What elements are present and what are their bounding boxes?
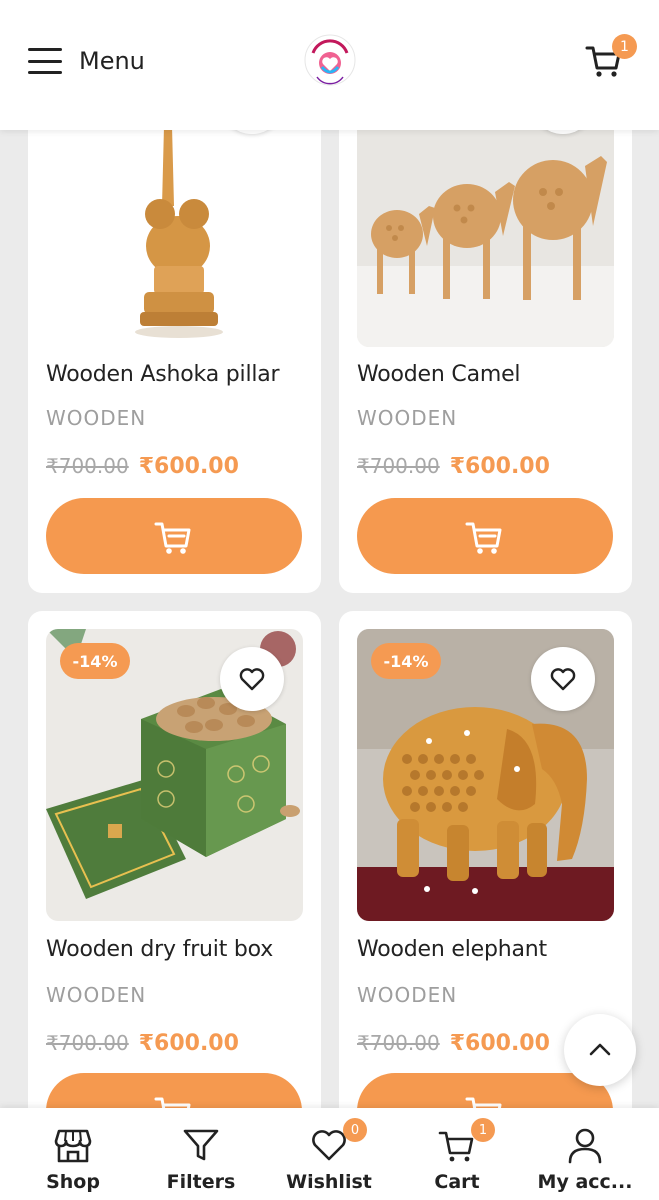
nav-item-my-account[interactable]: My acc... xyxy=(519,1108,651,1200)
menu-button[interactable]: Menu xyxy=(28,44,145,78)
product-category[interactable]: WOODEN xyxy=(46,406,146,430)
product-category[interactable]: WOODEN xyxy=(357,406,457,430)
nav-item-shop[interactable]: Shop xyxy=(7,1108,139,1200)
sale-price: ₹600.00 xyxy=(138,1031,239,1056)
cart-count-badge: 1 xyxy=(471,1118,495,1142)
heart-icon xyxy=(239,668,265,691)
add-to-cart-icon xyxy=(154,522,191,554)
price-row: ₹700.00 ₹600.00 xyxy=(357,454,550,479)
price-row: ₹700.00 ₹600.00 xyxy=(46,454,239,479)
add-to-cart-icon xyxy=(465,522,502,554)
product-category[interactable]: WOODEN xyxy=(46,983,146,1007)
wishlist-count-badge: 0 xyxy=(343,1118,367,1142)
sale-price: ₹600.00 xyxy=(449,454,550,479)
nav-label-filters: Filters xyxy=(166,1171,236,1193)
old-price: ₹700.00 xyxy=(357,454,440,478)
nav-item-cart[interactable]: 1 Cart xyxy=(391,1108,523,1200)
user-icon xyxy=(568,1128,602,1164)
old-price: ₹700.00 xyxy=(357,1031,440,1055)
product-card[interactable]: -14% Wooden dry fruit box WOODEN ₹700.00… xyxy=(28,611,321,1131)
scroll-to-top-button[interactable] xyxy=(564,1014,636,1086)
product-title[interactable]: Wooden Camel xyxy=(357,362,521,387)
discount-badge: -14% xyxy=(60,643,130,679)
menu-label: Menu xyxy=(79,47,145,75)
product-card[interactable]: Wooden Camel WOODEN ₹700.00 ₹600.00 xyxy=(339,96,632,593)
product-title[interactable]: Wooden elephant xyxy=(357,937,547,962)
bottom-navigation: Shop Filters 0 Wishlist 1 Cart My acc... xyxy=(0,1108,659,1200)
old-price: ₹700.00 xyxy=(46,1031,129,1055)
page: Menu 1 Wooden Ashoka pillar WOODEN ₹700.… xyxy=(0,0,659,1200)
brand-logo[interactable] xyxy=(303,33,357,87)
product-title[interactable]: Wooden Ashoka pillar xyxy=(46,362,280,387)
chevron-up-icon xyxy=(589,1043,611,1056)
header-cart-button[interactable]: 1 xyxy=(584,34,637,80)
wishlist-button[interactable] xyxy=(220,647,284,711)
product-image[interactable] xyxy=(46,96,303,346)
old-price: ₹700.00 xyxy=(46,454,129,478)
nav-item-wishlist[interactable]: 0 Wishlist xyxy=(263,1108,395,1200)
shop-icon xyxy=(54,1129,92,1163)
product-image[interactable]: -14% xyxy=(357,629,614,921)
nav-label-my-account: My acc... xyxy=(537,1171,633,1193)
product-image[interactable]: -14% xyxy=(46,629,303,921)
nav-label-wishlist: Wishlist xyxy=(286,1171,372,1193)
sale-price: ₹600.00 xyxy=(449,1031,550,1056)
hamburger-icon xyxy=(28,48,62,74)
product-category[interactable]: WOODEN xyxy=(357,983,457,1007)
nav-item-filters[interactable]: Filters xyxy=(135,1108,267,1200)
header-cart-count-badge: 1 xyxy=(612,34,637,59)
nav-label-cart: Cart xyxy=(434,1171,480,1193)
discount-badge: -14% xyxy=(371,643,441,679)
nav-label-shop: Shop xyxy=(46,1171,100,1193)
sale-price: ₹600.00 xyxy=(138,454,239,479)
product-title[interactable]: Wooden dry fruit box xyxy=(46,937,273,962)
filter-icon xyxy=(183,1129,219,1161)
top-header: Menu 1 xyxy=(0,0,659,130)
price-row: ₹700.00 ₹600.00 xyxy=(357,1031,550,1056)
price-row: ₹700.00 ₹600.00 xyxy=(46,1031,239,1056)
product-image[interactable] xyxy=(357,96,614,347)
add-to-cart-button[interactable] xyxy=(357,498,613,574)
wishlist-button[interactable] xyxy=(531,647,595,711)
heart-icon xyxy=(550,668,576,691)
product-card[interactable]: Wooden Ashoka pillar WOODEN ₹700.00 ₹600… xyxy=(28,96,321,593)
add-to-cart-button[interactable] xyxy=(46,498,302,574)
